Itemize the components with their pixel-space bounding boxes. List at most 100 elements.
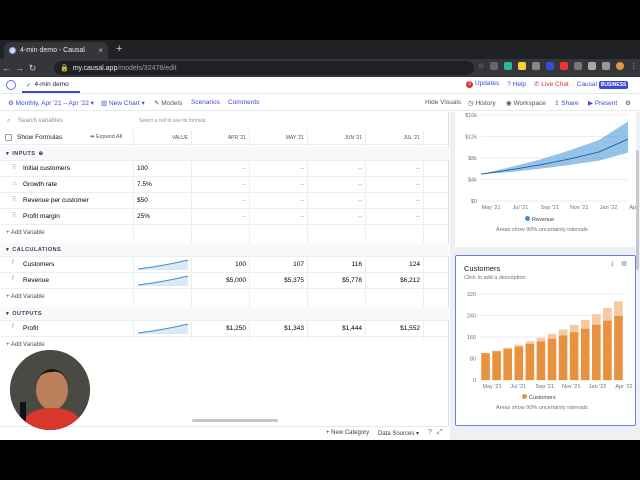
cell[interactable]: 100 bbox=[196, 261, 246, 268]
cell[interactable]: – bbox=[196, 181, 246, 188]
cell[interactable]: – bbox=[254, 213, 304, 220]
download-icon[interactable]: ⤓ bbox=[611, 261, 614, 268]
cell[interactable]: 107 bbox=[254, 261, 304, 268]
cell[interactable]: 116 bbox=[312, 261, 362, 268]
expand-all-button[interactable]: ⇹ Expand All bbox=[90, 134, 122, 140]
panel-scrollbar[interactable] bbox=[636, 150, 639, 270]
cell[interactable]: – bbox=[254, 165, 304, 172]
cell[interactable]: $6,212 bbox=[370, 277, 420, 284]
drag-handle-icon[interactable]: ⠿ bbox=[12, 164, 16, 171]
cell[interactable]: $5,000 bbox=[196, 277, 246, 284]
cell[interactable]: – bbox=[196, 197, 246, 204]
forward-icon[interactable]: → bbox=[13, 63, 26, 73]
back-icon[interactable]: ← bbox=[0, 63, 13, 73]
revenue-legend[interactable]: Revenue bbox=[525, 216, 554, 223]
timeframe-dropdown[interactable]: ⚙ Monthly, Apr '21 – Apr '22 ▾ bbox=[8, 99, 94, 107]
collapse-icon[interactable]: ▾ bbox=[6, 311, 9, 317]
menu-icon[interactable]: ⋮ bbox=[630, 62, 637, 70]
extension-icon[interactable] bbox=[504, 62, 513, 70]
data-sources-dropdown[interactable]: Data Sources ▾ bbox=[378, 430, 419, 437]
cell[interactable]: 124 bbox=[370, 261, 420, 268]
browser-tab[interactable]: 4-min demo - Causal × bbox=[4, 42, 108, 59]
cell[interactable]: – bbox=[370, 181, 420, 188]
customers-legend[interactable]: Customers bbox=[522, 394, 556, 401]
share-button[interactable]: ⇪ Share bbox=[554, 99, 579, 107]
add-variable-outputs-button[interactable]: + Add Variable bbox=[6, 342, 45, 348]
cell[interactable]: $1,552 bbox=[370, 325, 420, 332]
scenarios-button[interactable]: Scenarios bbox=[191, 99, 220, 106]
cell[interactable]: – bbox=[312, 181, 362, 188]
collapse-icon[interactable]: ▾ bbox=[6, 151, 9, 157]
cell[interactable]: – bbox=[370, 165, 420, 172]
star-icon[interactable]: ☆ bbox=[478, 62, 484, 70]
variable-row-profit[interactable]: f Profit $1,250 $1,343 $1,444 $1,552 bbox=[0, 321, 449, 337]
variable-value[interactable]: 100 bbox=[137, 165, 148, 172]
models-button[interactable]: ✎ Models bbox=[154, 99, 182, 107]
select-all-checkbox[interactable] bbox=[5, 134, 12, 141]
variable-name[interactable]: Revenue bbox=[23, 277, 49, 284]
variable-name[interactable]: Profit bbox=[23, 325, 38, 332]
expand-icon[interactable]: ⤢ bbox=[437, 429, 443, 437]
variable-row-revenue-per-customer[interactable]: ⠿ Revenue per customer $50 – – – – bbox=[0, 193, 449, 209]
customers-chart-card[interactable]: Customers Click to add a description ⤓ ⚙… bbox=[455, 255, 636, 426]
cell[interactable]: $1,444 bbox=[312, 325, 362, 332]
new-category-button[interactable]: + New Category bbox=[326, 430, 369, 436]
variable-row-profit-margin[interactable]: ⠿ Profit margin 25% – – – – bbox=[0, 209, 449, 225]
extension-icon[interactable] bbox=[560, 62, 569, 70]
revenue-chart-card[interactable]: $0 $4k $8k $12k $16k May '21 Jul '21 Sep '21 Nov… bbox=[455, 112, 636, 247]
help-icon[interactable]: ? bbox=[428, 429, 432, 436]
variable-row-revenue[interactable]: f Revenue $5,000 $5,375 $5,778 $6,212 bbox=[0, 273, 449, 289]
variable-row-growth-rate[interactable]: ⚠ Growth rate 7.5% – – – – bbox=[0, 177, 449, 193]
cell[interactable]: $5,375 bbox=[254, 277, 304, 284]
show-formulas-toggle[interactable]: Show Formulas bbox=[17, 134, 62, 141]
profile-avatar[interactable] bbox=[616, 62, 625, 70]
live-chat-link[interactable]: ✆ Live Chat bbox=[534, 80, 569, 88]
new-tab-button[interactable]: + bbox=[116, 42, 122, 57]
variable-value[interactable]: 7.5% bbox=[137, 181, 152, 188]
extension-icon[interactable] bbox=[532, 62, 541, 70]
search-input[interactable]: Search variables bbox=[18, 118, 63, 124]
cell[interactable]: – bbox=[196, 165, 246, 172]
drag-handle-icon[interactable]: ⠿ bbox=[12, 212, 16, 219]
cell[interactable]: – bbox=[370, 213, 420, 220]
horizontal-scrollbar[interactable] bbox=[192, 419, 278, 422]
comments-button[interactable]: Comments bbox=[228, 99, 259, 106]
updates-link[interactable]: 3 Updates bbox=[466, 80, 499, 88]
collapse-icon[interactable]: ▾ bbox=[6, 247, 9, 253]
cell[interactable]: – bbox=[312, 213, 362, 220]
variable-value[interactable]: $50 bbox=[137, 197, 148, 204]
hide-visuals-button[interactable]: Hide Visuals bbox=[425, 99, 461, 106]
extension-icon[interactable] bbox=[588, 62, 597, 70]
variable-value[interactable]: 25% bbox=[137, 213, 150, 220]
settings-gear-icon[interactable]: ⚙ bbox=[625, 99, 631, 107]
account-menu[interactable]: Causal BUSINESS bbox=[577, 80, 629, 89]
customers-card-description[interactable]: Click to add a description bbox=[464, 275, 525, 281]
extension-icon[interactable] bbox=[490, 62, 499, 70]
add-variable-inputs-button[interactable]: + Add Variable bbox=[6, 230, 45, 236]
variable-name[interactable]: Initial customers bbox=[23, 165, 70, 172]
help-link[interactable]: ? Help bbox=[507, 81, 526, 88]
section-calculations[interactable]: ▾ CALCULATIONS bbox=[0, 243, 449, 257]
variable-name[interactable]: Profit margin bbox=[23, 213, 60, 220]
puzzle-icon[interactable] bbox=[602, 62, 611, 70]
workspace-button[interactable]: ◉ Workspace bbox=[506, 99, 546, 107]
section-outputs[interactable]: ▾ OUTPUTS bbox=[0, 307, 449, 321]
cell[interactable]: $1,250 bbox=[196, 325, 246, 332]
variable-name[interactable]: Revenue per customer bbox=[23, 197, 89, 204]
cell[interactable]: $5,778 bbox=[312, 277, 362, 284]
cell[interactable]: $1,343 bbox=[254, 325, 304, 332]
present-button[interactable]: ▶ Present bbox=[588, 99, 617, 107]
extension-icon[interactable] bbox=[518, 62, 527, 70]
cell[interactable]: – bbox=[312, 165, 362, 172]
variable-row-customers[interactable]: f Customers 100 107 116 124 bbox=[0, 257, 449, 273]
cell[interactable]: – bbox=[196, 213, 246, 220]
address-bar[interactable]: 🔒 my.causal.app/models/32478/edit bbox=[54, 61, 474, 75]
history-button[interactable]: ◷ History bbox=[468, 99, 496, 107]
close-tab-icon[interactable]: × bbox=[98, 46, 103, 55]
settings-gear-icon[interactable]: ⚙ bbox=[621, 260, 627, 268]
new-chart-button[interactable]: ▥ New Chart ▾ bbox=[101, 99, 145, 107]
causal-logo-icon[interactable] bbox=[6, 80, 16, 90]
model-tab[interactable]: ✓ 4-min demo bbox=[22, 78, 80, 93]
variable-name[interactable]: Customers bbox=[23, 261, 54, 268]
extension-icon[interactable] bbox=[546, 62, 555, 70]
